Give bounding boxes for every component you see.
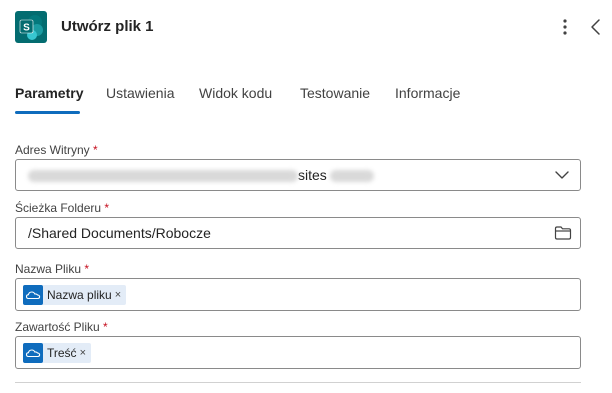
required-mark: * <box>84 262 90 276</box>
folder-icon[interactable] <box>554 225 572 241</box>
file-name-input[interactable]: Nazwa pliku × <box>15 278 581 311</box>
card-header: S Utwórz plik 1 <box>0 0 612 60</box>
folder-path-input[interactable]: /Shared Documents/Robocze <box>15 217 581 249</box>
site-address-value: sites <box>28 167 374 183</box>
token-label: Nazwa pliku <box>47 288 112 302</box>
tab-testowanie[interactable]: Testowanie <box>300 85 370 101</box>
tab-parametry[interactable]: Parametry <box>15 85 84 101</box>
onedrive-icon <box>23 285 43 305</box>
more-vertical-icon <box>563 19 567 35</box>
folder-path-label-text: Ścieżka Folderu <box>15 201 102 215</box>
chevron-left-icon <box>591 19 600 35</box>
file-content-label: Zawartość Pliku * <box>15 320 108 334</box>
dynamic-content-token[interactable]: Treść × <box>23 343 91 363</box>
required-mark: * <box>104 201 110 215</box>
site-address-dropdown[interactable]: sites <box>15 159 581 191</box>
svg-text:S: S <box>23 23 30 34</box>
site-address-label: Adres Witryny * <box>15 143 98 157</box>
chevron-down-icon[interactable] <box>554 168 570 182</box>
file-content-input[interactable]: Treść × <box>15 336 581 369</box>
tab-ustawienia[interactable]: Ustawienia <box>106 85 174 101</box>
redacted-text <box>329 170 374 183</box>
folder-path-value: /Shared Documents/Robocze <box>28 225 211 241</box>
sharepoint-icon: S <box>15 11 47 43</box>
remove-token-button[interactable]: × <box>80 347 86 359</box>
redacted-text <box>28 170 298 183</box>
active-tab-indicator <box>15 111 80 114</box>
token-label: Treść <box>47 346 77 360</box>
folder-path-label: Ścieżka Folderu * <box>15 201 109 215</box>
tab-bar: Parametry Ustawienia Widok kodu Testowan… <box>0 78 612 118</box>
dynamic-content-token[interactable]: Nazwa pliku × <box>23 285 127 305</box>
site-address-label-text: Adres Witryny <box>15 143 90 157</box>
file-name-label: Nazwa Pliku * <box>15 262 89 276</box>
tab-informacje[interactable]: Informacje <box>395 85 460 101</box>
tab-widok-kodu[interactable]: Widok kodu <box>199 85 272 101</box>
remove-token-button[interactable]: × <box>115 289 121 301</box>
section-divider <box>15 382 581 383</box>
required-mark: * <box>93 143 98 157</box>
required-mark: * <box>103 320 108 334</box>
file-content-label-text: Zawartość Pliku <box>15 320 100 334</box>
file-name-label-text: Nazwa Pliku <box>15 262 82 276</box>
card-title: Utwórz plik 1 <box>61 18 154 35</box>
site-address-visible-part: sites <box>298 167 327 183</box>
onedrive-icon <box>23 343 43 363</box>
collapse-panel-button[interactable] <box>586 16 606 38</box>
more-options-button[interactable] <box>555 16 575 38</box>
